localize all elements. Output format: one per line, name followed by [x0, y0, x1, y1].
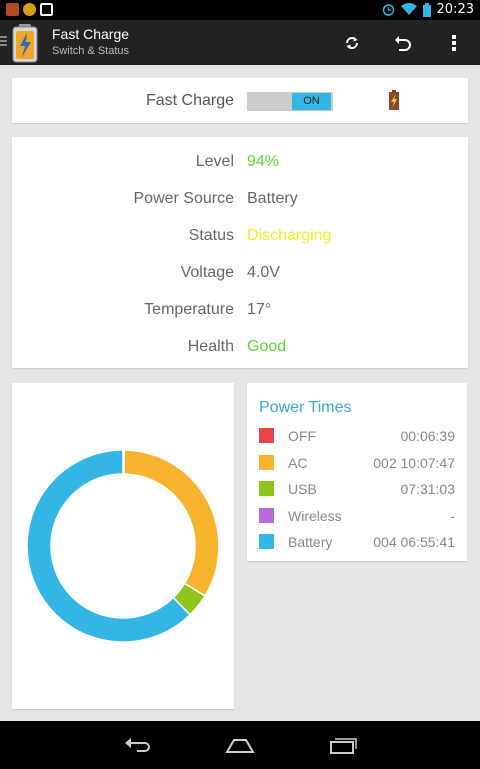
undo-icon [395, 36, 411, 51]
status-label: Power Source [133, 190, 235, 207]
power-source-time: - [450, 507, 455, 524]
power-source-name: OFF [288, 428, 316, 444]
recent-apps-button[interactable] [325, 733, 361, 757]
back-icon [125, 738, 150, 752]
status-label: Level [195, 153, 234, 170]
status-value: 17° [247, 301, 272, 318]
status-row: Voltage 4.0V [12, 264, 468, 288]
clock: 20:23 [436, 2, 474, 17]
status-label: Voltage [180, 264, 234, 281]
donut-chart [26, 449, 220, 643]
overflow-menu-button[interactable] [441, 30, 467, 56]
app-subtitle: Switch & Status [52, 45, 130, 57]
app-battery-icon[interactable] [10, 23, 40, 63]
status-label: Health [187, 338, 234, 355]
status-value: Battery [247, 190, 298, 207]
status-value: 94% [247, 153, 280, 170]
power-time-row: OFF 00:06:39 [259, 428, 455, 446]
power-source-time: 002 10:07:47 [373, 454, 455, 471]
power-source-time: 004 06:55:41 [373, 534, 455, 550]
legend-swatch [259, 534, 274, 549]
status-row: Status Discharging [12, 227, 468, 251]
drawer-menu-icon[interactable] [0, 34, 8, 50]
refresh-icon [346, 37, 358, 49]
power-source-name: Battery [288, 534, 333, 550]
fast-charge-toggle[interactable]: ON [247, 92, 333, 111]
power-source-name: Wireless [288, 507, 342, 524]
legend-swatch [259, 428, 274, 443]
notification-app-icon [6, 3, 19, 16]
home-icon [225, 739, 255, 753]
fast-charge-label: Fast Charge [145, 92, 234, 109]
status-row: Power Source Battery [12, 190, 468, 214]
battery-status-card: Level 94% Power Source Battery Status Dischar… [12, 137, 468, 368]
navigation-bar [0, 721, 480, 769]
power-times-card: Power Times OFF 00:06:39 AC 002 10:07:47 USB… [247, 383, 467, 561]
status-label: Temperature [144, 301, 234, 318]
power-time-row: Battery 004 06:55:41 [259, 534, 455, 552]
media-icon [40, 3, 53, 16]
power-source-name: USB [288, 481, 317, 497]
undo-button[interactable] [390, 30, 416, 56]
charging-battery-icon [389, 90, 399, 110]
recent-apps-icon [330, 738, 357, 754]
status-row: Temperature 17° [12, 301, 468, 325]
toggle-state: ON [292, 93, 331, 110]
system-icons: 20:23 [382, 2, 474, 17]
status-value: 4.0V [247, 264, 280, 281]
power-source-time: 00:06:39 [400, 428, 456, 444]
overflow-menu-icon [452, 35, 456, 51]
battery-icon [422, 2, 431, 17]
legend-swatch [259, 481, 274, 496]
power-time-row: AC 002 10:07:47 [259, 454, 455, 473]
power-source-time: 07:31:03 [400, 481, 456, 497]
power-time-row: USB 07:31:03 [259, 481, 455, 499]
status-row: Health Good [12, 338, 468, 362]
power-times-chart [12, 383, 234, 709]
fast-charge-card: Fast Charge ON [12, 78, 468, 123]
status-value: Discharging [247, 227, 332, 244]
donut-slice-ac [123, 449, 220, 597]
back-button[interactable] [120, 733, 156, 757]
notification-app-icon-2 [23, 3, 36, 16]
power-source-name: AC [288, 454, 308, 471]
status-label: Status [188, 227, 234, 244]
status-row: Level 94% [12, 153, 468, 177]
wifi-icon [400, 3, 417, 15]
power-times-title: Power Times [259, 399, 352, 416]
action-bar: Fast Charge Switch & Status [0, 20, 480, 65]
status-value: Good [247, 338, 287, 355]
refresh-button[interactable] [339, 30, 365, 56]
legend-swatch [259, 507, 274, 523]
notification-icons [6, 3, 53, 16]
app-title: Fast Charge [52, 26, 130, 42]
status-bar: 20:23 [0, 0, 480, 20]
home-button[interactable] [222, 733, 258, 757]
legend-swatch [259, 454, 274, 470]
alarm-icon [382, 4, 394, 16]
power-time-row: Wireless - [259, 507, 455, 526]
